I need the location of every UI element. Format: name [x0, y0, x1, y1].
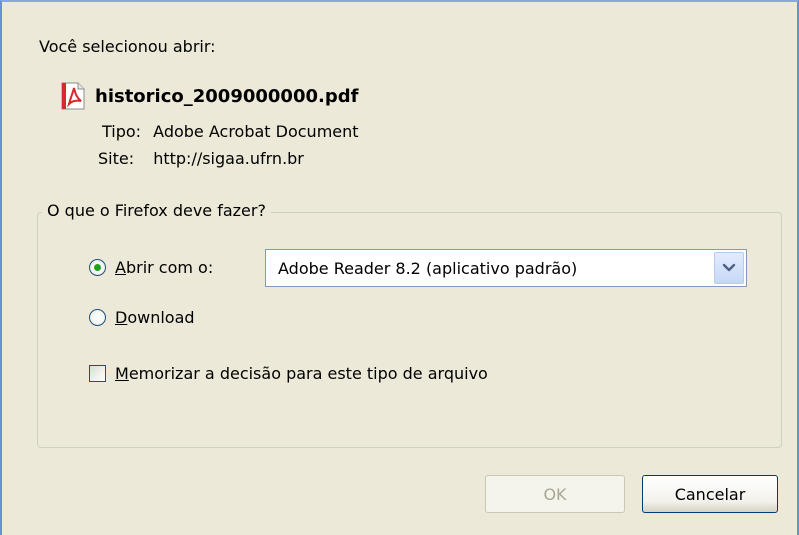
download-label-rest: ownload [127, 308, 195, 327]
remember-decision-label[interactable]: Memorizar a decisão para este tipo de ar… [115, 364, 488, 383]
file-site-value: http://sigaa.ufrn.br [153, 149, 304, 168]
open-with-radio[interactable]: Abrir com o: [89, 258, 213, 277]
remember-decision-mnemonic: M [115, 364, 129, 383]
file-type-value: Adobe Acrobat Document [153, 122, 359, 141]
application-select-value: Adobe Reader 8.2 (aplicativo padrão) [278, 258, 578, 278]
application-select[interactable]: Adobe Reader 8.2 (aplicativo padrão) [265, 249, 747, 287]
cancel-button[interactable]: Cancelar [642, 475, 778, 513]
file-name: historico_2009000000.pdf [95, 85, 359, 107]
file-type-label: Tipo: [102, 122, 142, 141]
open-with-label[interactable]: Abrir com o: [115, 258, 213, 277]
open-with-label-rest: brir com o: [125, 258, 214, 277]
group-legend: O que o Firefox deve fazer? [42, 201, 271, 220]
download-mnemonic: D [115, 308, 128, 327]
firefox-action-group: O que o Firefox deve fazer? [37, 201, 782, 448]
file-site-label: Site: [98, 149, 135, 168]
radio-selected-dot [94, 264, 101, 271]
open-file-dialog: Você selecionou abrir: historico_2009000… [0, 0, 799, 535]
download-radio-button[interactable] [89, 309, 106, 326]
open-with-mnemonic: A [115, 258, 126, 277]
download-label[interactable]: Download [115, 308, 195, 327]
remember-decision-label-rest: emorizar a decisão para este tipo de arq… [128, 364, 488, 383]
file-info-row: historico_2009000000.pdf [56, 81, 358, 111]
ok-button[interactable]: OK [485, 475, 625, 513]
remember-decision-checkbox[interactable]: Memorizar a decisão para este tipo de ar… [89, 364, 488, 383]
file-site-row: Site: http://sigaa.ufrn.br [98, 149, 304, 168]
download-radio[interactable]: Download [89, 308, 195, 327]
chevron-down-icon[interactable] [714, 252, 744, 284]
remember-decision-checkbox-box[interactable] [89, 365, 106, 382]
pdf-file-icon [56, 81, 90, 111]
file-type-row: Tipo: Adobe Acrobat Document [102, 122, 359, 141]
dialog-intro-text: Você selecionou abrir: [39, 37, 216, 56]
open-with-radio-button[interactable] [89, 259, 106, 276]
